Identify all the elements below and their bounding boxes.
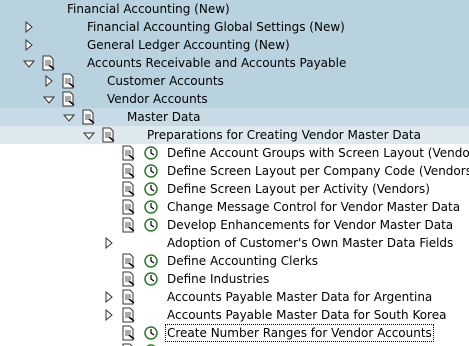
- tree-node-label: Adoption of Customer's Own Master Data F…: [167, 236, 454, 250]
- document-icon[interactable]: [120, 217, 136, 233]
- document-icon[interactable]: [120, 145, 136, 161]
- tree-node-label: General Ledger Accounting (New): [87, 38, 290, 52]
- expand-triangle-icon[interactable]: [104, 237, 114, 249]
- tree-node-global-settings[interactable]: Financial Accounting Global Settings (Ne…: [0, 18, 469, 36]
- tree-leaf-item[interactable]: Develop Enhancements for Vendor Master D…: [0, 216, 469, 234]
- tree-leaf-item-focused[interactable]: Create Number Ranges for Vendor Accounts: [0, 324, 469, 342]
- tree-node-label: Develop Enhancements for Vendor Master D…: [167, 218, 454, 232]
- tree-node-label: Accounts Payable Master Data for South K…: [167, 308, 447, 322]
- tree-node-adoption-fields[interactable]: Adoption of Customer's Own Master Data F…: [0, 234, 469, 252]
- expand-triangle-icon[interactable]: [24, 21, 34, 33]
- document-icon[interactable]: [60, 73, 76, 89]
- execute-clock-icon[interactable]: [143, 271, 159, 287]
- tree-node-master-data[interactable]: Master Data: [0, 108, 469, 126]
- collapse-triangle-icon[interactable]: [83, 131, 95, 143]
- document-icon[interactable]: [100, 127, 116, 143]
- document-icon[interactable]: [120, 181, 136, 197]
- document-icon[interactable]: [120, 289, 136, 305]
- execute-clock-icon[interactable]: [143, 145, 159, 161]
- tree-leaf-item-partial[interactable]: [0, 342, 469, 346]
- tree-node-label: Master Data: [127, 110, 201, 124]
- expand-triangle-icon[interactable]: [104, 309, 114, 321]
- tree-node-financial-accounting[interactable]: Financial Accounting (New): [0, 0, 469, 18]
- document-icon[interactable]: [120, 271, 136, 287]
- tree-node-preparations[interactable]: Preparations for Creating Vendor Master …: [0, 126, 469, 144]
- document-icon[interactable]: [120, 253, 136, 269]
- document-icon[interactable]: [120, 163, 136, 179]
- tree-node-label: Accounts Payable Master Data for Argenti…: [167, 290, 433, 304]
- tree-node-label: Preparations for Creating Vendor Master …: [147, 128, 421, 142]
- tree-node-customer-accounts[interactable]: Customer Accounts: [0, 72, 469, 90]
- execute-clock-icon[interactable]: [143, 253, 159, 269]
- tree-node-label: Define Accounting Clerks: [167, 254, 319, 268]
- tree-node-label: Define Account Groups with Screen Layout…: [167, 146, 469, 160]
- expand-triangle-icon[interactable]: [104, 291, 114, 303]
- tree-leaf-item[interactable]: Change Message Control for Vendor Master…: [0, 198, 469, 216]
- tree-leaf-item[interactable]: Define Screen Layout per Activity (Vendo…: [0, 180, 469, 198]
- tree-node-south-korea[interactable]: Accounts Payable Master Data for South K…: [0, 306, 469, 324]
- execute-clock-icon[interactable]: [143, 163, 159, 179]
- tree-node-label: Financial Accounting (New): [67, 2, 230, 16]
- document-icon[interactable]: [120, 307, 136, 323]
- tree-node-label: Accounts Receivable and Accounts Payable: [87, 56, 347, 70]
- tree-node-ar-ap[interactable]: Accounts Receivable and Accounts Payable: [0, 54, 469, 72]
- document-icon[interactable]: [40, 55, 56, 71]
- collapse-triangle-icon[interactable]: [43, 95, 55, 107]
- execute-clock-icon[interactable]: [143, 217, 159, 233]
- tree-node-label: Define Screen Layout per Company Code (V…: [167, 164, 469, 178]
- tree-node-label: Define Industries: [167, 272, 270, 286]
- expand-triangle-icon[interactable]: [44, 75, 54, 87]
- document-icon[interactable]: [60, 91, 76, 107]
- tree-node-label: Change Message Control for Vendor Master…: [167, 200, 461, 214]
- tree-node-general-ledger[interactable]: General Ledger Accounting (New): [0, 36, 469, 54]
- tree-leaf-item[interactable]: Define Account Groups with Screen Layout…: [0, 144, 469, 162]
- tree-leaf-item[interactable]: Define Industries: [0, 270, 469, 288]
- tree-leaf-item[interactable]: Define Accounting Clerks: [0, 252, 469, 270]
- document-icon[interactable]: [120, 325, 136, 341]
- execute-clock-icon[interactable]: [143, 325, 159, 341]
- tree-node-label: Define Screen Layout per Activity (Vendo…: [167, 182, 430, 196]
- execute-clock-icon[interactable]: [143, 181, 159, 197]
- tree-node-label: Vendor Accounts: [107, 92, 208, 106]
- document-icon[interactable]: [120, 199, 136, 215]
- collapse-triangle-icon[interactable]: [23, 59, 35, 71]
- tree-node-argentina[interactable]: Accounts Payable Master Data for Argenti…: [0, 288, 469, 306]
- collapse-triangle-icon[interactable]: [63, 113, 75, 125]
- tree-leaf-item[interactable]: Define Screen Layout per Company Code (V…: [0, 162, 469, 180]
- document-icon[interactable]: [80, 109, 96, 125]
- tree-node-label: Customer Accounts: [107, 74, 224, 88]
- tree-node-vendor-accounts[interactable]: Vendor Accounts: [0, 90, 469, 108]
- execute-clock-icon[interactable]: [143, 199, 159, 215]
- implementation-guide-tree: Financial Accounting (New) Financial Acc…: [0, 0, 469, 346]
- tree-node-label: Create Number Ranges for Vendor Accounts: [165, 324, 434, 342]
- tree-node-label: Financial Accounting Global Settings (Ne…: [87, 20, 345, 34]
- expand-triangle-icon[interactable]: [24, 39, 34, 51]
